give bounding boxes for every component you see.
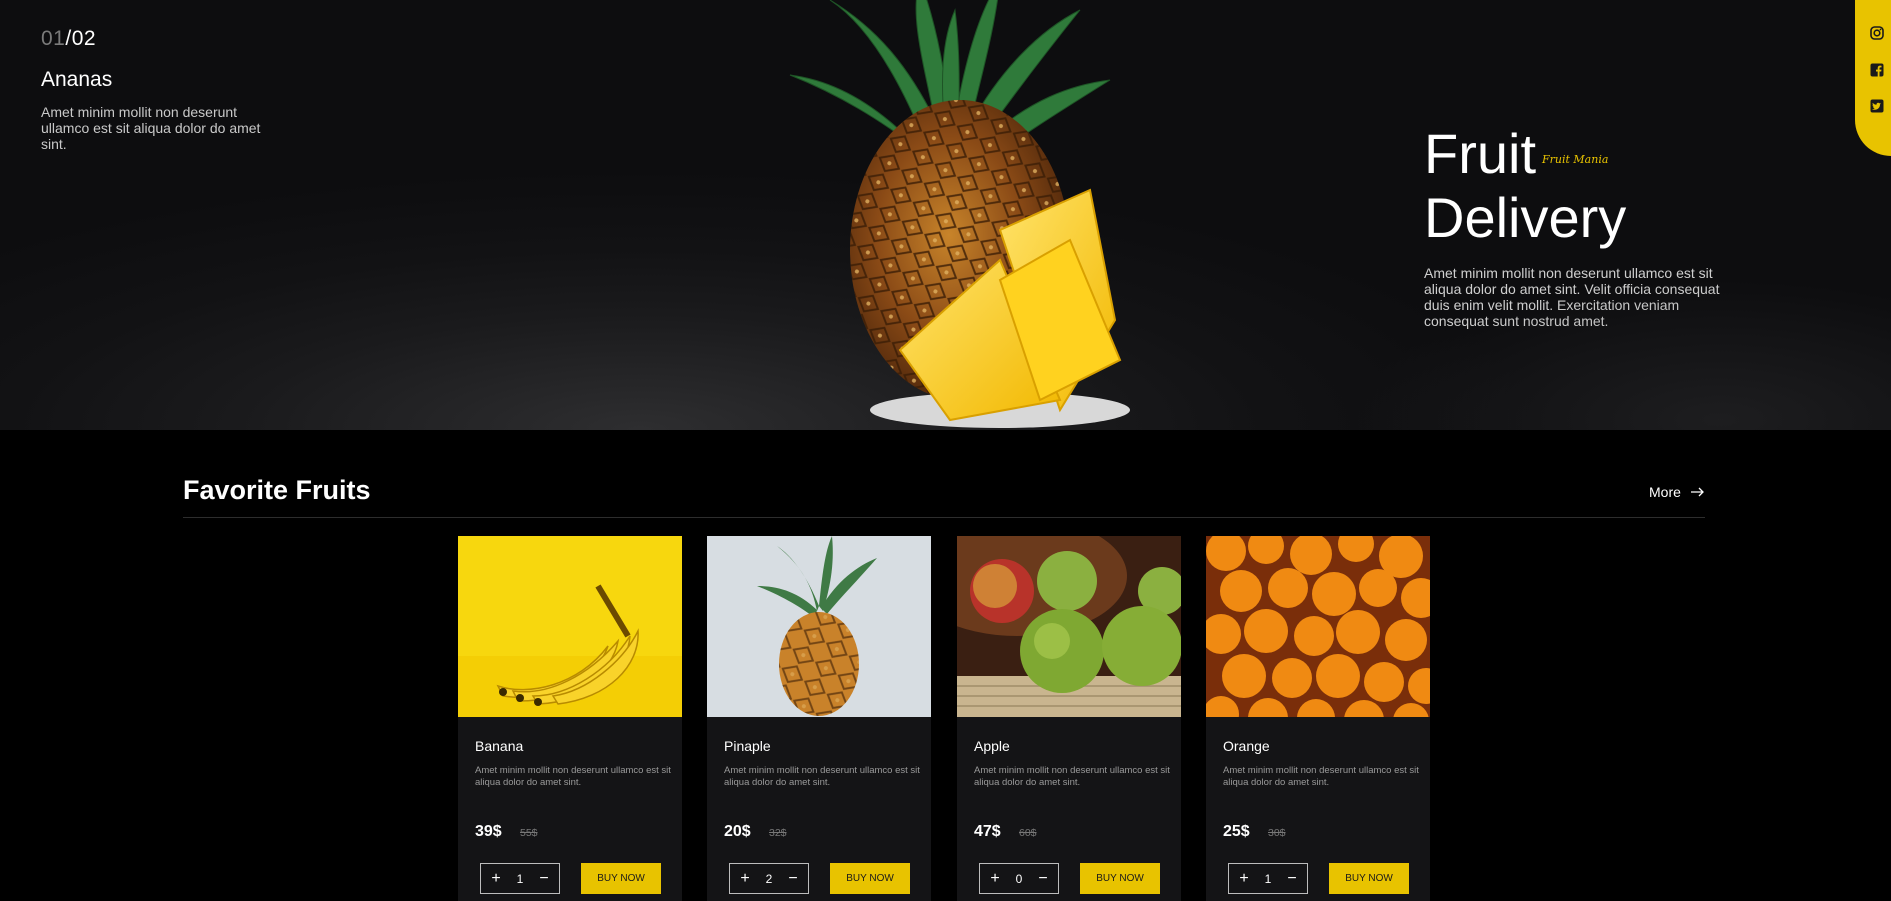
product-name: Pinaple <box>724 738 771 754</box>
buy-now-button[interactable]: BUY NOW <box>1080 863 1160 894</box>
product-card: Orange Amet minim mollit non deserunt ul… <box>1201 526 1444 901</box>
section-divider <box>183 517 1705 518</box>
quantity-value[interactable]: 1 <box>1265 872 1272 886</box>
pineapple-image <box>707 536 931 717</box>
product-card: Apple Amet minim mollit non deserunt ull… <box>907 516 1186 901</box>
product-price: 47$ <box>974 823 1001 840</box>
product-description: Amet minim mollit non deserunt ullamco e… <box>475 765 671 788</box>
quantity-stepper: + 2 − <box>729 863 809 894</box>
quantity-stepper: + 1 − <box>480 863 560 894</box>
more-link[interactable]: More <box>1649 484 1705 500</box>
facebook-icon[interactable] <box>1870 63 1884 77</box>
hero-headline: Fruit Delivery Fruit Mania <box>1424 122 1626 250</box>
arrow-right-icon <box>1690 487 1704 497</box>
apple-image <box>907 516 1186 717</box>
quantity-stepper: + 1 − <box>1228 863 1308 894</box>
product-name: Apple <box>974 738 1010 754</box>
plus-icon[interactable]: + <box>1237 870 1251 886</box>
minus-icon[interactable]: − <box>537 870 551 886</box>
buy-now-button[interactable]: BUY NOW <box>830 863 910 894</box>
quantity-value[interactable]: 1 <box>517 872 524 886</box>
brand-logo: Fruit Mania <box>1542 153 1609 166</box>
plus-icon[interactable]: + <box>489 870 503 886</box>
product-card: Pinaple Amet minim mollit non deserunt u… <box>707 536 931 901</box>
headline-line-2: Delivery <box>1424 186 1627 249</box>
banana-image <box>458 536 682 717</box>
slide-counter-total: 02 <box>71 27 97 50</box>
buy-now-button[interactable]: BUY NOW <box>581 863 661 894</box>
minus-icon[interactable]: − <box>786 870 800 886</box>
more-link-label: More <box>1649 484 1681 500</box>
twitter-icon[interactable] <box>1870 99 1884 113</box>
product-description: Amet minim mollit non deserunt ullamco e… <box>1223 765 1419 788</box>
minus-icon[interactable]: − <box>1285 870 1299 886</box>
product-card: Banana Amet minim mollit non deserunt ul… <box>458 536 682 901</box>
hero-banner: 01/02 Ananas Amet minim mollit non deser… <box>0 0 1891 430</box>
minus-icon[interactable]: − <box>1036 870 1050 886</box>
quantity-stepper: + 0 − <box>979 863 1059 894</box>
product-name: Banana <box>475 738 524 754</box>
quantity-value[interactable]: 2 <box>766 872 773 886</box>
product-old-price: 30$ <box>1268 827 1286 839</box>
orange-image <box>1201 526 1444 740</box>
slide-counter-current: 01 <box>41 27 66 50</box>
product-old-price: 55$ <box>520 827 538 839</box>
slide-description: Amet minim mollit non deserunt ullamco e… <box>41 104 261 152</box>
product-description: Amet minim mollit non deserunt ullamco e… <box>974 765 1170 788</box>
product-price: 25$ <box>1223 823 1250 840</box>
product-description: Amet minim mollit non deserunt ullamco e… <box>724 765 920 788</box>
section-title: Favorite Fruits <box>183 475 371 505</box>
product-name: Orange <box>1223 738 1270 754</box>
social-bar <box>1855 0 1891 156</box>
plus-icon[interactable]: + <box>738 870 752 886</box>
quantity-value[interactable]: 0 <box>1016 872 1023 886</box>
product-old-price: 32$ <box>769 827 787 839</box>
plus-icon[interactable]: + <box>988 870 1002 886</box>
pineapple-hero-image <box>789 0 1130 428</box>
hero-description: Amet minim mollit non deserunt ullamco e… <box>1424 265 1720 329</box>
buy-now-button[interactable]: BUY NOW <box>1329 863 1409 894</box>
instagram-icon[interactable] <box>1870 26 1884 40</box>
product-old-price: 60$ <box>1019 827 1037 839</box>
slide-counter: 01/02 <box>41 27 96 51</box>
product-price: 39$ <box>475 823 502 840</box>
slide-title: Ananas <box>41 68 113 91</box>
product-price: 20$ <box>724 823 751 840</box>
